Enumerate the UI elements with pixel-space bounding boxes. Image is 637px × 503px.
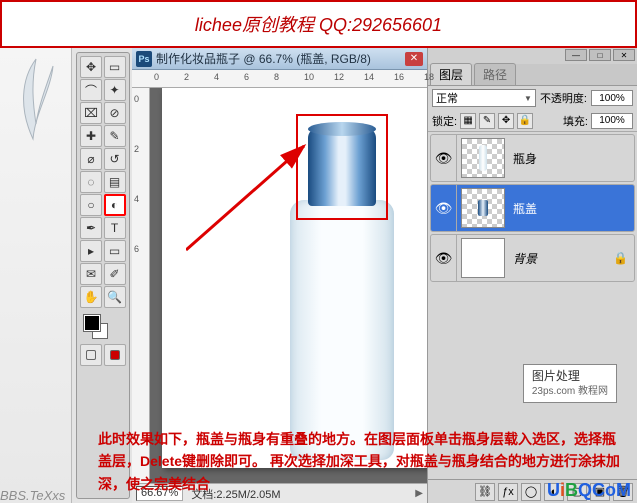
lock-position-icon[interactable]: ✥ [498, 113, 514, 129]
top-banner: lichee原创教程 QQ:292656601 [0, 0, 637, 48]
tool-path-select[interactable]: ▸ [80, 240, 102, 262]
ruler-tick: 12 [334, 72, 344, 82]
lock-label: 锁定: [432, 113, 457, 129]
ruler-tick: 16 [394, 72, 404, 82]
color-swatches[interactable] [80, 313, 126, 343]
tool-shape[interactable]: ▭ [104, 240, 126, 262]
site-brand: UiBQCoM [547, 480, 631, 501]
app-sidebar-decor [0, 48, 72, 503]
ruler-tick: 0 [134, 94, 139, 104]
tool-blur[interactable]: ○ [80, 194, 102, 216]
chevron-down-icon: ▼ [524, 94, 532, 103]
blend-mode-dropdown[interactable]: 正常 ▼ [432, 89, 536, 107]
tool-notes[interactable]: ✉ [80, 263, 102, 285]
ruler-tick: 6 [244, 72, 249, 82]
watermark-line1: 图片处理 [532, 369, 608, 385]
tab-layers[interactable]: 图层 [430, 63, 472, 85]
lock-pixels-icon[interactable]: ✎ [479, 113, 495, 129]
panel-window-controls: — □ ✕ [428, 48, 637, 64]
tool-brush[interactable]: ✎ [104, 125, 126, 147]
ruler-tick: 0 [154, 72, 159, 82]
tool-wand[interactable]: ✦ [104, 79, 126, 101]
layer-row[interactable]: 👁 背景 🔒 [430, 234, 635, 282]
tool-pen[interactable]: ✒ [80, 217, 102, 239]
bbs-watermark: BBS.TeXxs [0, 488, 65, 503]
visibility-eye-icon[interactable]: 👁 [431, 135, 457, 181]
ruler-tick: 18 [424, 72, 434, 82]
document-title: 制作化妆品瓶子 @ 66.7% (瓶盖, RGB/8) [156, 50, 371, 67]
opacity-label: 不透明度: [540, 90, 587, 106]
maximize-icon[interactable]: □ [589, 49, 611, 61]
lock-icon: 🔒 [613, 251, 628, 265]
app-window: ✥ ▭ ⌒ ✦ ⌧ ⊘ ✚ ✎ ⌀ ↺ ◌ ▤ ○ ◐ ✒ T ▸ ▭ ✉ ✐ … [0, 48, 637, 503]
tool-eraser[interactable]: ◌ [80, 171, 102, 193]
quickmask-standard[interactable] [80, 344, 102, 366]
watermark: 图片处理 23ps.com 教程网 [523, 364, 617, 403]
ruler-tick: 2 [134, 144, 139, 154]
blend-mode-value: 正常 [436, 90, 458, 106]
layer-name: 瓶盖 [513, 200, 537, 217]
tool-zoom[interactable]: 🔍 [104, 286, 126, 308]
fg-color-swatch[interactable] [84, 315, 100, 331]
close-panel-icon[interactable]: ✕ [613, 49, 635, 61]
ruler-tick: 6 [134, 244, 139, 254]
tool-healing[interactable]: ✚ [80, 125, 102, 147]
annotation-arrow [186, 140, 326, 260]
tool-marquee[interactable]: ▭ [104, 56, 126, 78]
layer-thumb[interactable] [461, 138, 505, 178]
ruler-tick: 10 [304, 72, 314, 82]
ruler-tick: 4 [214, 72, 219, 82]
fill-field[interactable]: 100% [591, 113, 633, 129]
minimize-icon[interactable]: — [565, 49, 587, 61]
canvas[interactable] [150, 88, 427, 483]
ruler-tick: 2 [184, 72, 189, 82]
tool-move[interactable]: ✥ [80, 56, 102, 78]
tool-burn[interactable]: ◐ [104, 194, 126, 216]
ruler-tick: 4 [134, 194, 139, 204]
tool-crop[interactable]: ⌧ [80, 102, 102, 124]
banner-text: lichee原创教程 QQ:292656601 [195, 11, 442, 37]
tool-eyedropper[interactable]: ✐ [104, 263, 126, 285]
close-icon[interactable]: ✕ [405, 52, 423, 66]
tool-lasso[interactable]: ⌒ [80, 79, 102, 101]
layer-name: 背景 [513, 250, 537, 267]
quickmask-mask[interactable] [104, 344, 126, 366]
tool-slice[interactable]: ⊘ [104, 102, 126, 124]
layer-row[interactable]: 👁 瓶身 [430, 134, 635, 182]
ps-icon: Ps [136, 51, 152, 67]
tool-history-brush[interactable]: ↺ [104, 148, 126, 170]
tool-type[interactable]: T [104, 217, 126, 239]
layer-thumb[interactable] [461, 188, 505, 228]
tab-paths[interactable]: 路径 [474, 63, 516, 85]
layer-name: 瓶身 [513, 150, 537, 167]
lock-all-icon[interactable]: 🔒 [517, 113, 533, 129]
artboard [162, 88, 427, 468]
opacity-field[interactable]: 100% [591, 90, 633, 106]
ruler-vertical[interactable]: 0 2 4 6 [132, 88, 150, 483]
visibility-eye-icon[interactable]: 👁 [431, 185, 457, 231]
ruler-tick: 8 [274, 72, 279, 82]
layer-thumb[interactable] [461, 238, 505, 278]
visibility-eye-icon[interactable]: 👁 [431, 235, 457, 281]
feather-icon [11, 54, 61, 144]
lock-transparent-icon[interactable]: ▦ [460, 113, 476, 129]
tool-stamp[interactable]: ⌀ [80, 148, 102, 170]
ruler-horizontal[interactable]: 0 2 4 6 8 10 12 14 16 18 [132, 70, 427, 88]
fill-label: 填充: [563, 113, 588, 129]
tool-gradient[interactable]: ▤ [104, 171, 126, 193]
ruler-tick: 14 [364, 72, 374, 82]
layer-row[interactable]: 👁 瓶盖 [430, 184, 635, 232]
document-titlebar[interactable]: Ps 制作化妆品瓶子 @ 66.7% (瓶盖, RGB/8) ✕ [132, 48, 427, 70]
tool-hand[interactable]: ✋ [80, 286, 102, 308]
panel-tabs: 图层 路径 [428, 64, 637, 86]
